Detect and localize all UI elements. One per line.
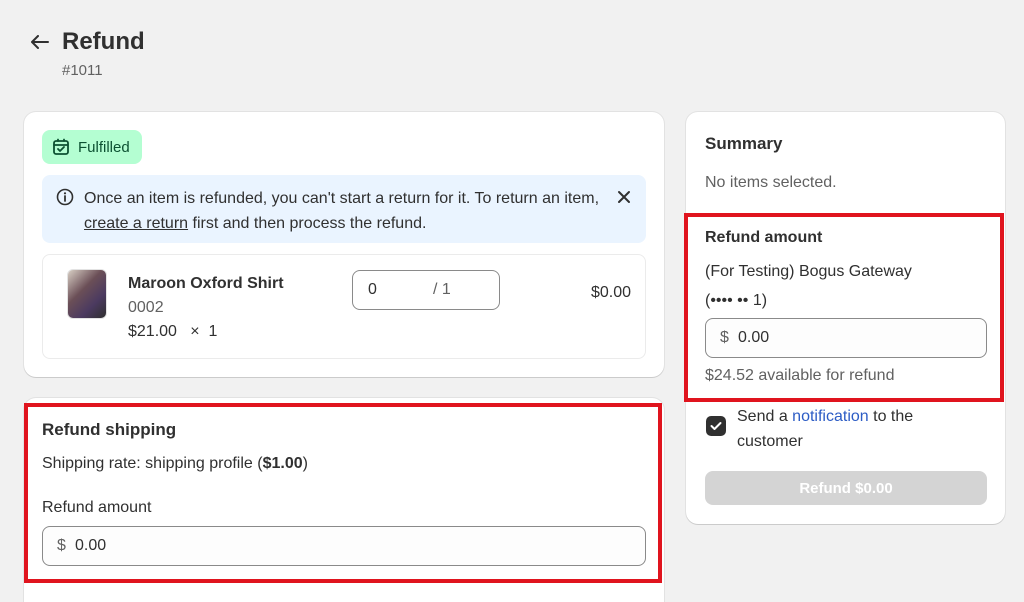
payment-gateway: (For Testing) Bogus Gateway: [705, 263, 912, 280]
amount-value: 0.00: [738, 329, 770, 346]
checkmark-icon: [710, 422, 722, 430]
info-banner: Once an item is refunded, you can't star…: [42, 175, 646, 243]
shipping-rate-text: Shipping rate: shipping profile ($1.00): [42, 455, 308, 472]
quantity-value: 0: [368, 281, 377, 298]
currency-symbol: $: [57, 537, 66, 554]
line-item-total: $0.00: [590, 284, 631, 301]
product-name: Maroon Oxford Shirt: [128, 275, 284, 292]
notification-link[interactable]: notification: [792, 408, 869, 425]
available-for-refund: $24.52 available for refund: [705, 367, 895, 384]
product-thumbnail: [67, 269, 107, 319]
notify-customer-label: Send a notification to the customer: [737, 408, 914, 450]
line-items-card: Fulfilled Once an item is refunded, you …: [24, 112, 664, 377]
quantity-max: / 1: [433, 281, 451, 298]
order-number: #1011: [62, 62, 103, 79]
product-price: $21.00 × 1: [128, 323, 218, 340]
refund-amount-input[interactable]: $ 0.00: [705, 318, 987, 358]
page-title: Refund: [62, 28, 145, 55]
line-item: Maroon Oxford Shirt 0002 $21.00 × 1 0 / …: [42, 254, 646, 359]
refund-page: Refund #1011 Fulfilled Once an item is r…: [0, 0, 1024, 602]
no-items-text: No items selected.: [705, 174, 837, 191]
package-fulfilled-icon: [53, 138, 69, 155]
summary-card: Summary No items selected. Refund amount…: [686, 112, 1005, 524]
refund-quantity-input[interactable]: 0 / 1: [352, 270, 500, 310]
currency-symbol: $: [720, 329, 729, 346]
arrow-left-icon: [31, 35, 49, 49]
summary-heading: Summary: [705, 134, 783, 153]
banner-message: Once an item is refunded, you can't star…: [84, 190, 600, 232]
product-sku: 0002: [128, 299, 164, 316]
notify-customer-checkbox[interactable]: [706, 416, 726, 436]
info-circle-icon: [56, 188, 74, 206]
shipping-refund-amount-input[interactable]: $ 0.00: [42, 526, 646, 566]
card-mask: (•••• •• 1): [705, 292, 768, 309]
refund-shipping-card: Refund shipping Shipping rate: shipping …: [24, 398, 664, 602]
refund-amount-heading: Refund amount: [705, 229, 823, 246]
amount-value: 0.00: [75, 537, 107, 554]
dismiss-banner-button[interactable]: [614, 187, 634, 207]
shipping-refund-amount-label: Refund amount: [42, 499, 152, 516]
refund-button[interactable]: Refund $0.00: [705, 471, 987, 505]
back-button[interactable]: [28, 30, 52, 54]
close-icon: [618, 191, 630, 203]
refund-shipping-heading: Refund shipping: [42, 420, 177, 439]
badge-label: Fulfilled: [78, 138, 130, 156]
fulfilled-badge: Fulfilled: [42, 130, 142, 164]
create-return-link[interactable]: create a return: [84, 215, 188, 232]
